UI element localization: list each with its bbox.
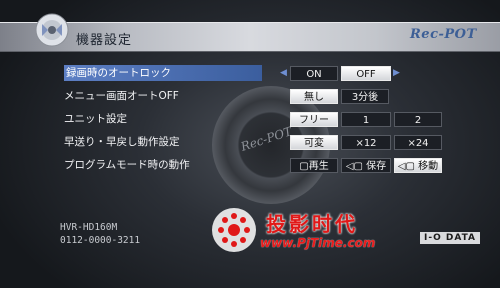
brand-logo: Rec-POT [410, 27, 477, 42]
option-speed-x12[interactable]: ×12 [341, 135, 391, 150]
arrow-left-icon[interactable]: ◀ [280, 66, 287, 81]
setting-label-ff-rew[interactable]: 早送り・早戻し動作設定 [64, 134, 180, 150]
option-autolock-off[interactable]: OFF [341, 66, 391, 81]
setting-label-autolock[interactable]: 録画時のオートロック [64, 65, 262, 81]
device-serial: 0112-0000-3211 [60, 235, 141, 246]
option-menu-3min[interactable]: 3分後 [341, 89, 389, 104]
option-program-play[interactable]: ▢再生 [290, 158, 338, 173]
watermark-title: 投影时代 [266, 212, 358, 236]
option-unit-2[interactable]: 2 [394, 112, 442, 127]
setting-label-program-mode[interactable]: プログラムモード時の動作 [64, 157, 190, 173]
device-model: HVR-HD160M [60, 222, 118, 233]
option-program-save[interactable]: ◁▢ 保存 [341, 158, 391, 173]
option-speed-x24[interactable]: ×24 [394, 135, 442, 150]
option-autolock-on[interactable]: ON [290, 66, 338, 81]
settings-disc-icon [35, 13, 69, 47]
maker-logo: I-O DATA [420, 232, 481, 244]
option-unit-1[interactable]: 1 [341, 112, 391, 127]
option-program-move[interactable]: ◁▢ 移動 [394, 158, 442, 173]
setting-label-unit[interactable]: ユニット設定 [64, 111, 127, 127]
option-menu-none[interactable]: 無し [290, 89, 338, 104]
arrow-right-icon[interactable]: ▶ [393, 66, 400, 81]
option-unit-free[interactable]: フリー [290, 112, 338, 127]
option-speed-variable[interactable]: 可変 [290, 135, 338, 150]
setting-label-menu-auto-off[interactable]: メニュー画面オートOFF [64, 88, 179, 104]
watermark-logo-icon [212, 208, 256, 252]
watermark-url: www.PjTime.com [260, 236, 376, 250]
page-title: 機器設定 [76, 33, 133, 48]
screen: Rec-POT 機器設定 Rec-POT 録画時のオートロック ◀ ON OFF… [0, 0, 500, 288]
